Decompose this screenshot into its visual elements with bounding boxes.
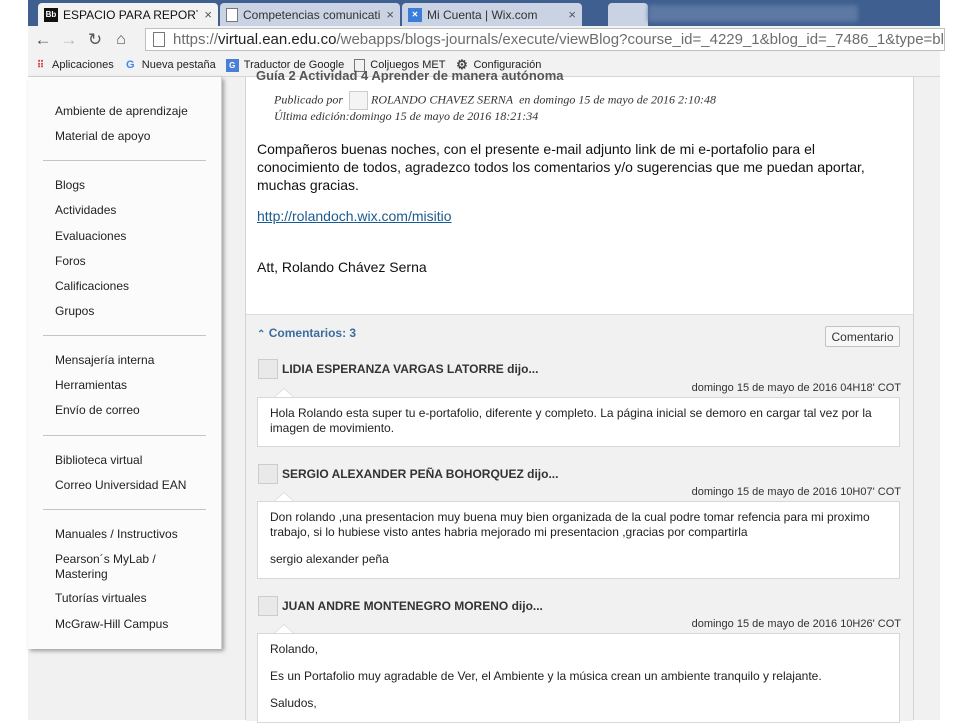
sidebar-divider: [43, 160, 206, 161]
tab-espacio-para-reportar[interactable]: Bb ESPACIO PARA REPORTAR ×: [38, 3, 218, 26]
wix-icon: ✕: [408, 8, 422, 22]
comments-count: Comentarios: 3: [269, 326, 356, 340]
sidebar-divider: [43, 509, 206, 510]
entry-published: Publicado porROLANDO CHAVEZ SERNA en dom…: [274, 91, 716, 110]
blurred-region: [648, 5, 858, 22]
comments-toggle[interactable]: ⌃ Comentarios: 3: [257, 326, 356, 340]
entry-author: ROLANDO CHAVEZ SERNA: [371, 92, 513, 106]
apps-grid-icon: ⠿: [34, 59, 47, 72]
bookmark-aplicaciones[interactable]: ⠿ Aplicaciones: [34, 59, 114, 72]
new-tab-button[interactable]: [608, 3, 648, 26]
tab-competencias[interactable]: Competencias comunicati ×: [220, 3, 400, 26]
comment-author: SERGIO ALEXANDER PEÑA BOHORQUEZ dijo...: [282, 467, 558, 481]
bookmark-label: Aplicaciones: [52, 59, 114, 71]
sidebar-item-correo-ean[interactable]: Correo Universidad EAN: [55, 478, 186, 492]
reload-icon[interactable]: ↻: [84, 29, 106, 51]
sidebar-item-biblioteca[interactable]: Biblioteca virtual: [55, 453, 142, 467]
blog-entry-panel: Guía 2 Actividad 4 Aprender de manera au…: [245, 77, 914, 720]
author-avatar-icon: [349, 91, 368, 110]
url-host: virtual.ean.edu.co: [218, 31, 336, 48]
browser-toolbar: ← → ↻ ⌂ https://virtual.ean.edu.co/webap…: [28, 26, 940, 54]
entry-last-edited: Última edición:domingo 15 de mayo de 201…: [274, 109, 538, 124]
close-icon[interactable]: ×: [568, 7, 576, 22]
back-icon[interactable]: ←: [32, 29, 54, 51]
translate-icon: G: [226, 59, 239, 72]
sidebar-item-pearson[interactable]: Pearson´s MyLab / Mastering: [55, 552, 195, 582]
comment-paragraph: sergio alexander peña: [270, 552, 887, 567]
sidebar-item-grupos[interactable]: Grupos: [55, 304, 94, 318]
entry-body: Compañeros buenas noches, con el present…: [257, 140, 877, 194]
user-avatar-icon: [258, 359, 278, 379]
comment-pointer: [274, 492, 294, 501]
sidebar-item-actividades[interactable]: Actividades: [55, 203, 116, 217]
page: Ambiente de aprendizaje Material de apoy…: [28, 77, 940, 720]
course-menu: Ambiente de aprendizaje Material de apoy…: [28, 77, 222, 649]
sidebar-divider: [43, 335, 206, 336]
user-avatar-icon: [258, 464, 278, 484]
url-path: /webapps/blogs-journals/execute/viewBlog…: [336, 31, 945, 48]
page-info-icon[interactable]: [153, 32, 165, 47]
comment-paragraph: Don rolando ,una presentacion muy buena …: [270, 510, 887, 540]
sidebar-item-material[interactable]: Material de apoyo: [55, 129, 150, 143]
sidebar-item-mcgraw[interactable]: McGraw-Hill Campus: [55, 617, 168, 631]
sidebar-item-tutorias[interactable]: Tutorías virtuales: [55, 591, 147, 605]
close-icon[interactable]: ×: [204, 7, 212, 22]
comments-section: ⌃ Comentarios: 3 Comentario LIDIA ESPERA…: [246, 314, 913, 721]
entry-title[interactable]: Guía 2 Actividad 4 Aprender de manera au…: [256, 68, 564, 83]
comment-paragraph: Es un Portafolio muy agradable de Ver, e…: [270, 669, 887, 684]
sidebar-divider: [43, 435, 206, 436]
user-avatar-icon: [258, 596, 278, 616]
tab-title: Mi Cuenta | Wix.com: [427, 8, 562, 22]
comment-paragraph: Saludos,: [270, 696, 887, 711]
forward-icon[interactable]: →: [58, 29, 80, 51]
sidebar-item-mensajeria[interactable]: Mensajería interna: [55, 353, 154, 367]
close-icon[interactable]: ×: [386, 7, 394, 22]
portfolio-link[interactable]: http://rolandoch.wix.com/misitio: [257, 208, 452, 224]
comment-body: Rolando, Es un Portafolio muy agradable …: [257, 633, 900, 723]
tab-strip: Bb ESPACIO PARA REPORTAR × Competencias …: [28, 0, 940, 26]
sidebar-item-herramientas[interactable]: Herramientas: [55, 378, 127, 392]
comment-author: LIDIA ESPERANZA VARGAS LATORRE dijo...: [282, 362, 538, 376]
comment-paragraph: Rolando,: [270, 642, 887, 657]
comment-date: domingo 15 de mayo de 2016 10H07' COT: [692, 486, 901, 498]
comment-body: Don rolando ,una presentacion muy buena …: [257, 501, 900, 579]
bookmark-nueva-pestana[interactable]: G Nueva pestaña: [124, 59, 216, 72]
sidebar-item-ambiente[interactable]: Ambiente de aprendizaje: [55, 104, 188, 118]
comment-body: Hola Rolando esta super tu e-portafolio,…: [257, 397, 900, 447]
page-icon: [226, 8, 238, 22]
bookmark-label: Nueva pestaña: [142, 59, 216, 71]
sidebar-item-manuales[interactable]: Manuales / Instructivos: [55, 527, 178, 541]
comment-date: domingo 15 de mayo de 2016 10H26' COT: [692, 618, 901, 630]
tab-title: Competencias comunicati: [243, 8, 380, 22]
add-comment-button[interactable]: Comentario: [825, 326, 900, 347]
google-icon: G: [124, 59, 137, 72]
comment-author: JUAN ANDRE MONTENEGRO MORENO dijo...: [282, 599, 543, 613]
sidebar-item-envio-correo[interactable]: Envío de correo: [55, 403, 140, 417]
sidebar-item-foros[interactable]: Foros: [55, 254, 86, 268]
chevron-up-icon: ⌃: [257, 329, 265, 340]
sidebar-item-blogs[interactable]: Blogs: [55, 178, 85, 192]
sidebar-item-calificaciones[interactable]: Calificaciones: [55, 279, 129, 293]
url-scheme: https://: [173, 31, 218, 48]
blackboard-icon: Bb: [44, 8, 58, 22]
home-icon[interactable]: ⌂: [110, 29, 132, 51]
tab-wix[interactable]: ✕ Mi Cuenta | Wix.com ×: [402, 3, 582, 26]
entry-signature: Att, Rolando Chávez Serna: [257, 259, 427, 275]
sidebar-item-evaluaciones[interactable]: Evaluaciones: [55, 229, 126, 243]
comment-paragraph: Hola Rolando esta super tu e-portafolio,…: [270, 406, 887, 436]
comment-pointer: [274, 388, 294, 397]
comment-date: domingo 15 de mayo de 2016 04H18' COT: [692, 382, 901, 394]
comment-pointer: [274, 624, 294, 633]
tab-title: ESPACIO PARA REPORTAR: [63, 8, 198, 22]
address-bar[interactable]: https://virtual.ean.edu.co/webapps/blogs…: [145, 28, 945, 51]
